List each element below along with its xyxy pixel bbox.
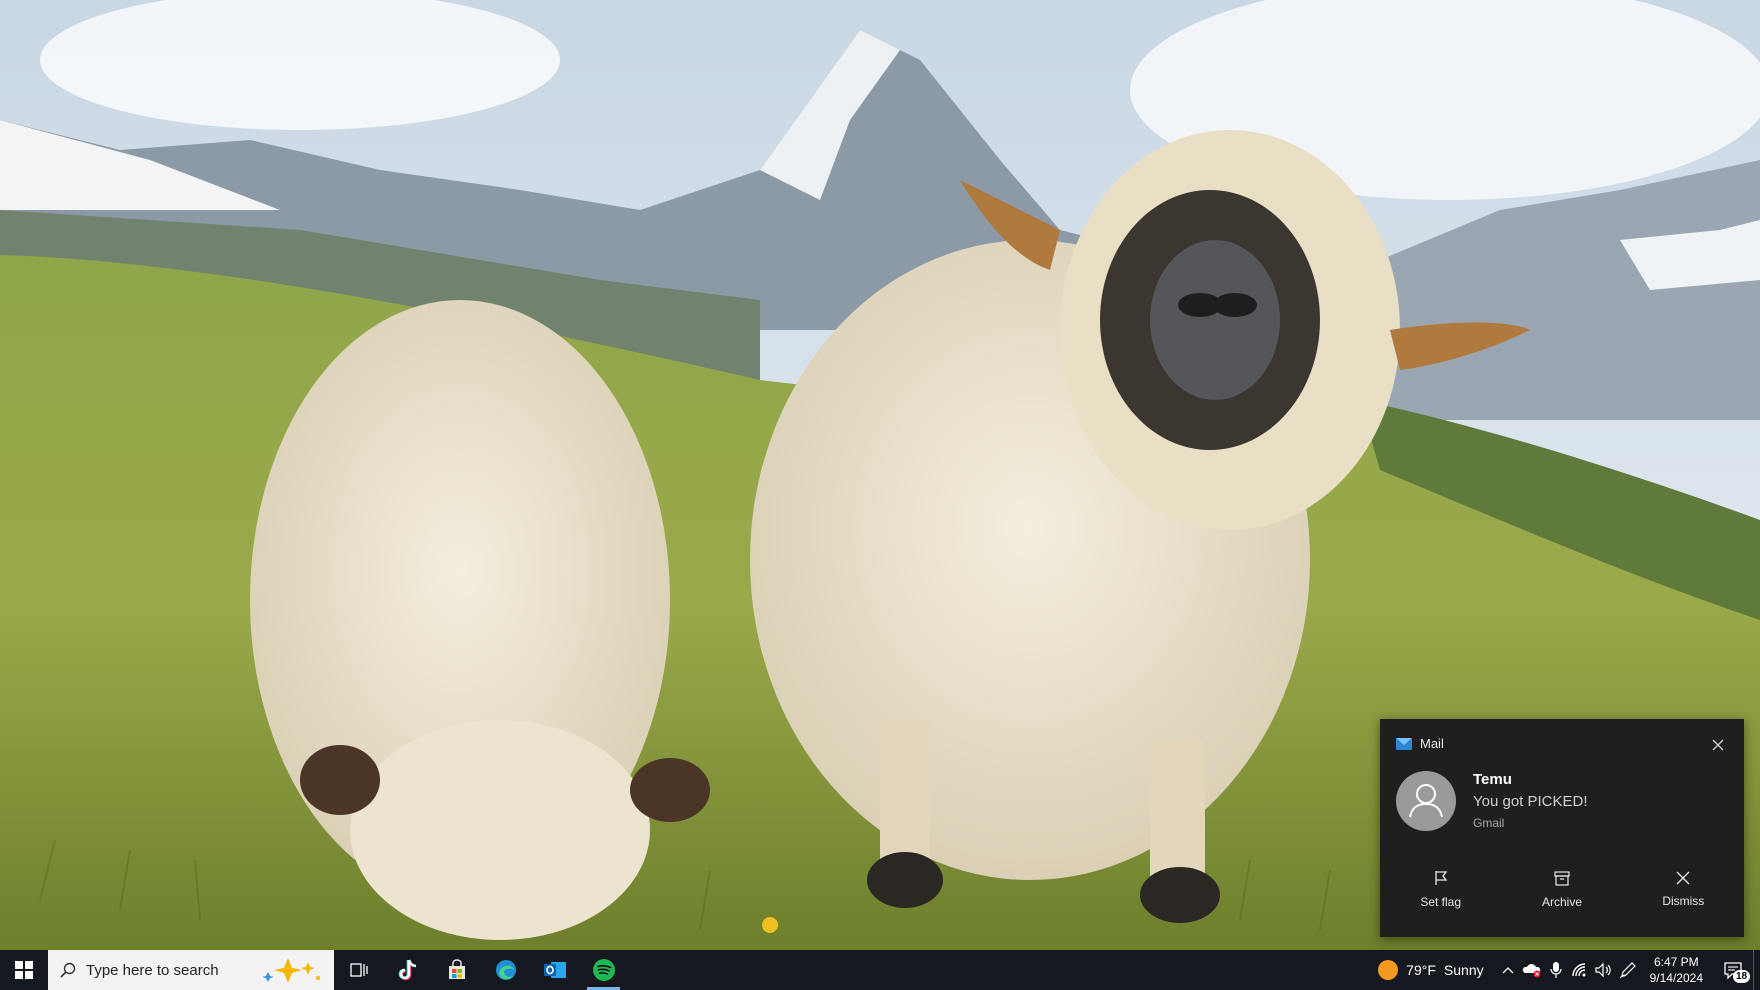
weather-widget[interactable]: 79°F Sunny: [1366, 960, 1495, 980]
tiktok-app-button[interactable]: [383, 950, 432, 990]
mail-app-icon: [1396, 737, 1412, 750]
archive-label: Archive: [1541, 894, 1582, 909]
volume-tray-button[interactable]: [1592, 950, 1616, 990]
sunny-weather-icon: [1378, 960, 1399, 980]
microphone-tray-button[interactable]: [1544, 950, 1568, 990]
onedrive-tray-button[interactable]: [1520, 950, 1544, 990]
toast-close-button[interactable]: [1706, 733, 1730, 757]
pen-workspace-icon: [1619, 962, 1636, 979]
chevron-up-icon: [1502, 967, 1514, 974]
dismiss-button[interactable]: Dismiss: [1623, 854, 1744, 924]
set-flag-label: Set flag: [1420, 894, 1462, 909]
taskbar-search-box[interactable]: Type here to search: [48, 950, 334, 990]
pen-tray-button[interactable]: [1616, 950, 1640, 990]
start-button[interactable]: [0, 950, 48, 990]
show-desktop-button[interactable]: [1753, 950, 1760, 990]
task-view-icon: [349, 963, 368, 977]
search-highlight-sparkle-icon: [262, 958, 320, 983]
cloud-sync-error-icon: [1522, 964, 1541, 978]
weather-temperature: 79°F: [1406, 962, 1436, 978]
dismiss-label: Dismiss: [1662, 893, 1705, 908]
microphone-icon: [1550, 962, 1562, 978]
weather-condition: Sunny: [1443, 962, 1484, 978]
person-icon: [1409, 784, 1443, 818]
sender-avatar: [1396, 771, 1456, 831]
notification-sender: Temu: [1473, 771, 1512, 788]
search-placeholder: Type here to search: [86, 961, 219, 979]
edge-icon: [495, 960, 516, 980]
microsoft-store-icon: [448, 959, 465, 979]
show-hidden-icons-button[interactable]: [1496, 950, 1520, 990]
wifi-icon: [1571, 963, 1586, 977]
taskbar-clock[interactable]: 6:47 PM 9/14/2024: [1640, 954, 1713, 986]
system-tray: 79°F Sunny 6:47 PM 9/14/2024 18: [1366, 950, 1760, 990]
toast-header: Mail: [1396, 736, 1444, 751]
dismiss-icon: [1676, 871, 1690, 884]
edge-browser-button[interactable]: [481, 950, 530, 990]
taskbar: Type here to search 79°F Sunny 6:47 PM 9…: [0, 950, 1760, 990]
windows-logo-icon: [15, 961, 33, 979]
flag-icon: [1435, 870, 1447, 885]
task-view-button[interactable]: [334, 950, 383, 990]
clock-date: 9/14/2024: [1649, 971, 1703, 985]
spotify-app-button[interactable]: [579, 950, 628, 990]
notification-count-badge: 18: [1733, 970, 1751, 983]
notification-message: You got PICKED!: [1473, 793, 1588, 810]
microsoft-store-button[interactable]: [432, 950, 481, 990]
mail-notification-toast[interactable]: Mail Temu You got PICKED! Gmail Set flag…: [1380, 719, 1744, 937]
clock-time: 6:47 PM: [1653, 955, 1699, 969]
tiktok-icon: [398, 959, 416, 981]
archive-button[interactable]: Archive: [1501, 854, 1622, 924]
outlook-icon: [543, 962, 566, 978]
network-tray-button[interactable]: [1568, 950, 1592, 990]
close-icon: [1712, 739, 1724, 751]
set-flag-button[interactable]: Set flag: [1380, 854, 1501, 924]
speaker-icon: [1595, 962, 1611, 978]
archive-icon: [1554, 870, 1570, 886]
outlook-app-button[interactable]: [530, 950, 579, 990]
search-icon: [60, 962, 76, 978]
toast-actions: Set flag Archive Dismiss: [1380, 854, 1744, 924]
action-center-button[interactable]: 18: [1713, 950, 1753, 990]
notification-source: Gmail: [1473, 816, 1505, 830]
toast-app-name: Mail: [1420, 736, 1444, 751]
spotify-icon: [592, 959, 615, 981]
